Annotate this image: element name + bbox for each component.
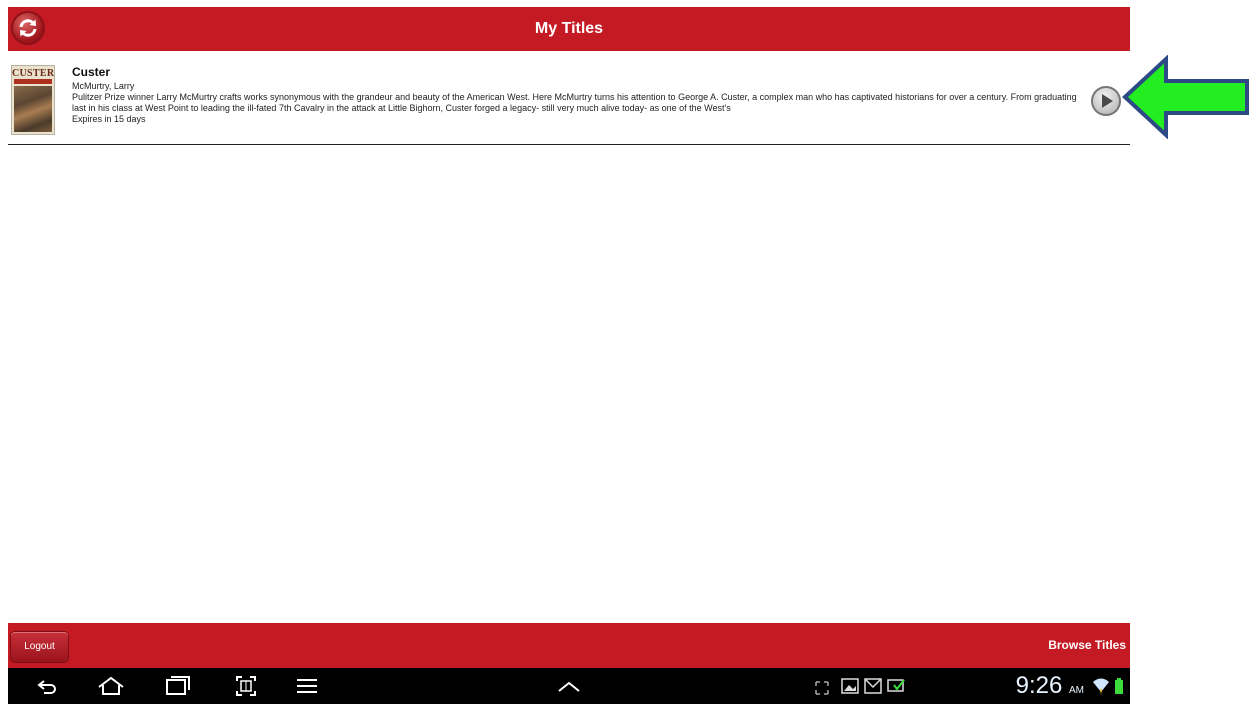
- logout-button[interactable]: Logout: [11, 632, 68, 662]
- wifi-icon: [1093, 678, 1109, 695]
- clock: 9:26 AM: [1016, 671, 1084, 706]
- play-icon: [1102, 94, 1113, 108]
- app-header: My Titles: [8, 7, 1130, 51]
- cover-author-band: [14, 79, 52, 84]
- book-title: Custer: [72, 65, 111, 79]
- home-icon: [98, 676, 124, 695]
- cover-title: CUSTER: [12, 68, 55, 79]
- callout-arrow-icon: [1122, 55, 1249, 139]
- system-nav-bar: 9:26 AM: [8, 668, 1130, 704]
- book-description: Pulitzer Prize winner Larry McMurtry cra…: [72, 92, 1077, 113]
- download-check-icon: [887, 679, 905, 692]
- chevron-up-icon: [558, 681, 580, 692]
- cover-artwork: [14, 86, 52, 132]
- book-cover-image: CUSTER: [11, 65, 55, 135]
- clock-time: 9:26: [1015, 672, 1063, 699]
- screen-capture-icon: [236, 676, 256, 696]
- list-item[interactable]: CUSTER Custer McMurtry, Larry Pulitzer P…: [8, 59, 1130, 145]
- clock-ampm: AM: [1069, 685, 1084, 696]
- app-screen: My Titles CUSTER Custer McMurtry, Larry …: [8, 7, 1130, 704]
- back-icon: [37, 680, 56, 694]
- book-author: McMurtry, Larry: [72, 81, 135, 91]
- play-button[interactable]: [1091, 86, 1121, 116]
- browse-titles-button[interactable]: Browse Titles: [1048, 623, 1126, 668]
- fullscreen-icon: [815, 681, 829, 695]
- back-button[interactable]: [36, 668, 60, 704]
- screen-capture-button[interactable]: [235, 668, 257, 704]
- recent-apps-button[interactable]: [164, 668, 190, 704]
- app-footer: Logout Browse Titles: [8, 623, 1130, 668]
- book-info: Custer McMurtry, Larry Pulitzer Prize wi…: [72, 65, 1082, 125]
- page-title: My Titles: [534, 20, 604, 37]
- gallery-icon: [841, 678, 859, 694]
- expiry-text: Expires in 15 days: [72, 114, 146, 124]
- status-area: 9:26 AM: [814, 668, 1124, 704]
- menu-icon: [297, 679, 317, 693]
- home-button[interactable]: [96, 668, 126, 704]
- recent-apps-icon: [166, 676, 190, 695]
- menu-button[interactable]: [295, 668, 319, 704]
- battery-icon: [1115, 678, 1123, 694]
- expand-button[interactable]: [556, 668, 582, 704]
- mail-icon: [864, 678, 882, 694]
